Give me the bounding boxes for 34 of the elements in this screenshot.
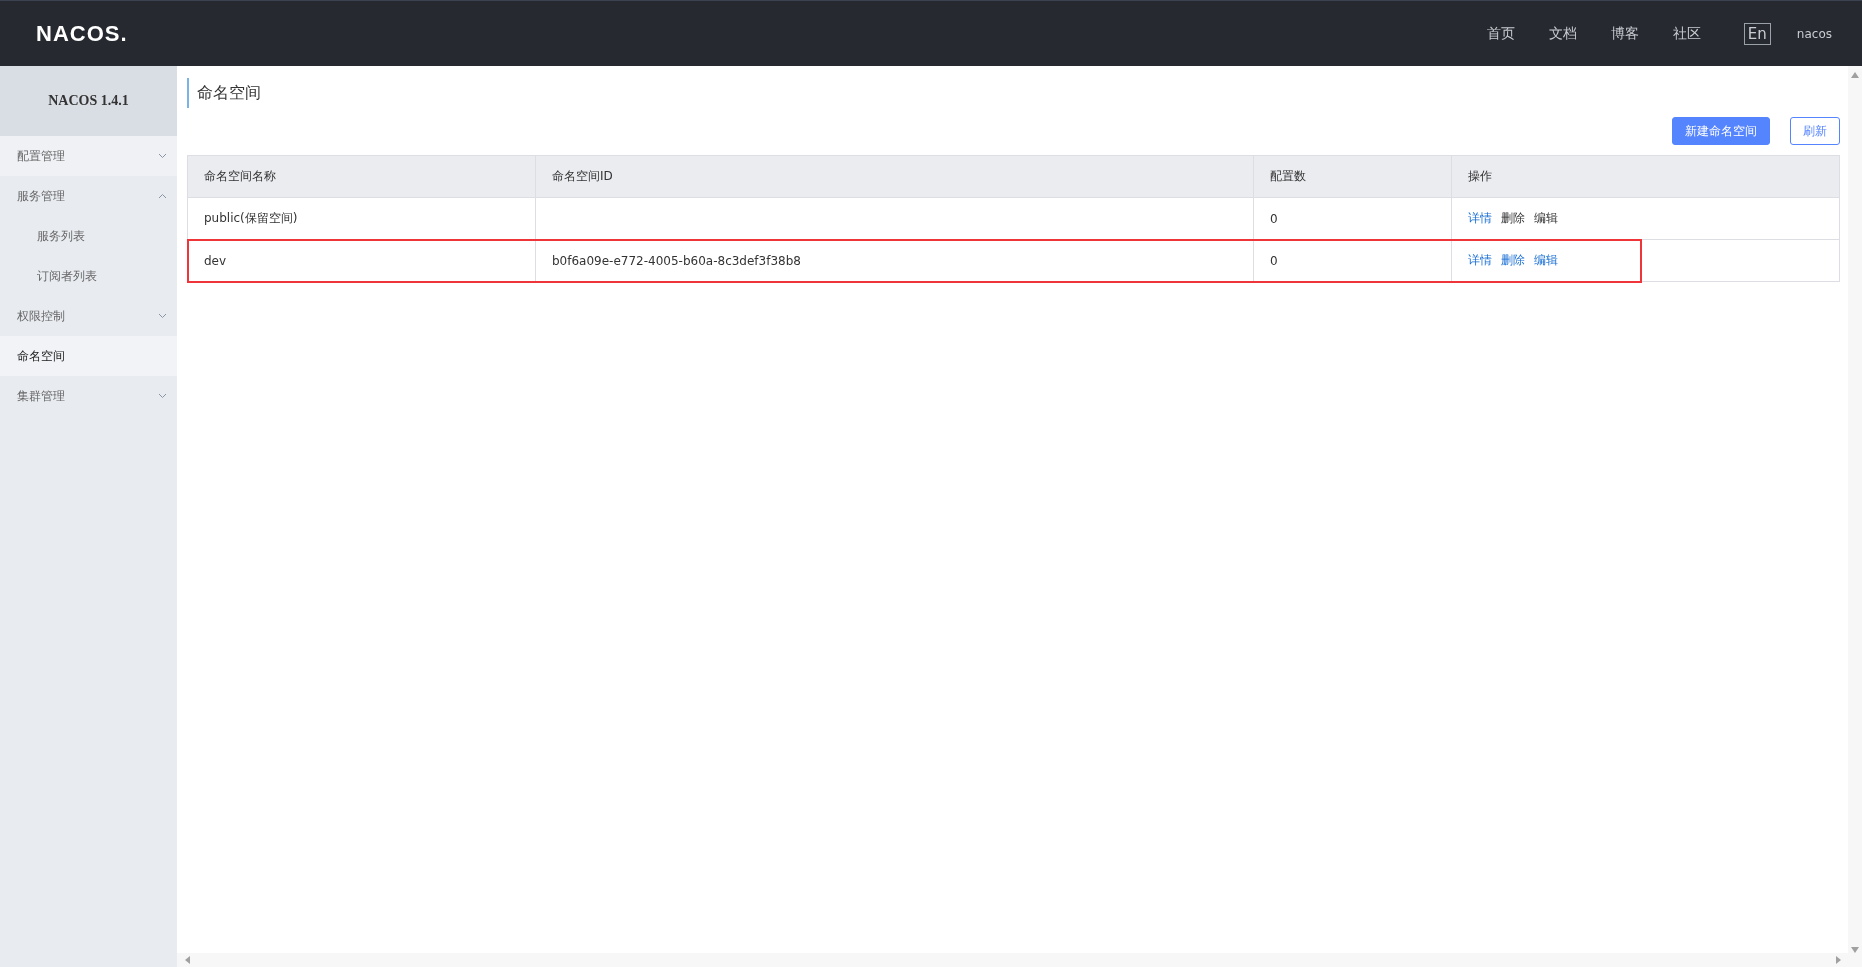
chevron-down-icon: [158, 393, 167, 399]
sidebar-item[interactable]: 命名空间: [0, 336, 177, 376]
sidebar-title: NACOS 1.4.1: [48, 93, 129, 109]
nav-link[interactable]: 博客: [1593, 24, 1656, 43]
sidebar-item[interactable]: 配置管理: [0, 136, 177, 176]
table-cell: public(保留空间): [187, 197, 536, 240]
column-header: 命名空间名称: [187, 155, 536, 198]
sidebar-item[interactable]: 服务管理: [0, 176, 177, 216]
scroll-left-icon[interactable]: [185, 956, 191, 964]
nav-link[interactable]: 社区: [1655, 24, 1718, 43]
sidebar-subitem[interactable]: 服务列表: [0, 216, 177, 256]
nav-link[interactable]: 首页: [1469, 24, 1532, 43]
sidebar-subitem[interactable]: 订阅者列表: [0, 256, 177, 296]
action-link[interactable]: 编辑: [1534, 253, 1558, 267]
nacos-logo[interactable]: NACOS.: [36, 20, 128, 47]
column-header: 配置数: [1253, 155, 1452, 198]
sidebar-item[interactable]: 权限控制: [0, 296, 177, 336]
chevron-down-icon: [158, 153, 167, 159]
refresh-button[interactable]: 刷新: [1790, 117, 1840, 145]
action-link[interactable]: 删除: [1501, 253, 1525, 267]
scroll-up-icon[interactable]: [1851, 72, 1859, 78]
scroll-right-icon[interactable]: [1836, 956, 1842, 964]
page-title: 命名空间: [187, 78, 261, 108]
username[interactable]: nacos: [1796, 26, 1832, 41]
language-toggle[interactable]: En: [1743, 22, 1771, 45]
action-link[interactable]: 详情: [1468, 211, 1492, 225]
column-header: 操作: [1451, 155, 1840, 198]
chevron-up-icon: [158, 193, 167, 199]
action-link[interactable]: 详情: [1468, 253, 1492, 267]
nav-link[interactable]: 文档: [1531, 24, 1594, 43]
chevron-down-icon: [158, 313, 167, 319]
create-namespace-button[interactable]: 新建命名空间: [1672, 117, 1770, 145]
column-header: 命名空间ID: [535, 155, 1254, 198]
sidebar-item[interactable]: 集群管理: [0, 376, 177, 416]
